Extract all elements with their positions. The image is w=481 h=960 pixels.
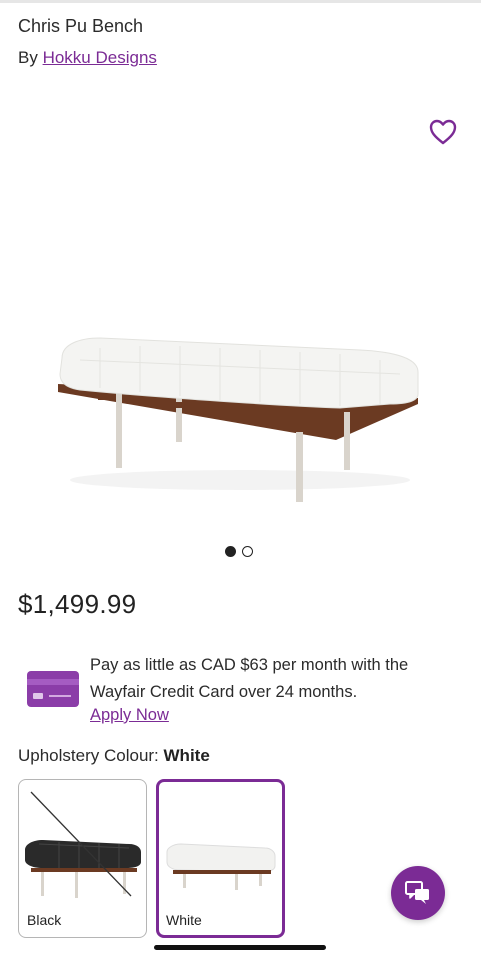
upholstery-label: Upholstery Colour: [18,746,159,765]
heart-icon [429,119,457,145]
swatch-black[interactable]: Black [18,779,147,938]
image-carousel-indicator [225,546,253,557]
chat-icon [405,881,429,904]
by-prefix: By [18,48,38,67]
carousel-dot[interactable] [242,546,253,557]
apply-now-link[interactable]: Apply Now [90,706,169,725]
favorite-button[interactable] [428,118,458,146]
product-price: $1,499.99 [18,589,137,619]
home-indicator [154,945,326,950]
upholstery-colour-row: Upholstery Colour: White [18,746,210,766]
brand-row: By Hokku Designs [18,48,157,68]
top-divider [0,0,481,3]
upholstery-selected-value: White [163,746,210,765]
swatch-label-white: White [166,912,202,928]
credit-card-icon [27,671,79,707]
product-title: Chris Pu Bench [18,16,144,36]
financing-offer-text: Pay as little as CAD $63 per month with … [90,656,409,701]
swatch-label-black: Black [27,912,62,928]
chat-button[interactable] [391,866,445,920]
carousel-dot-active[interactable] [225,546,236,557]
brand-link[interactable]: Hokku Designs [43,48,157,67]
product-image-bench[interactable] [40,300,440,520]
swatch-white[interactable]: White [156,779,285,938]
